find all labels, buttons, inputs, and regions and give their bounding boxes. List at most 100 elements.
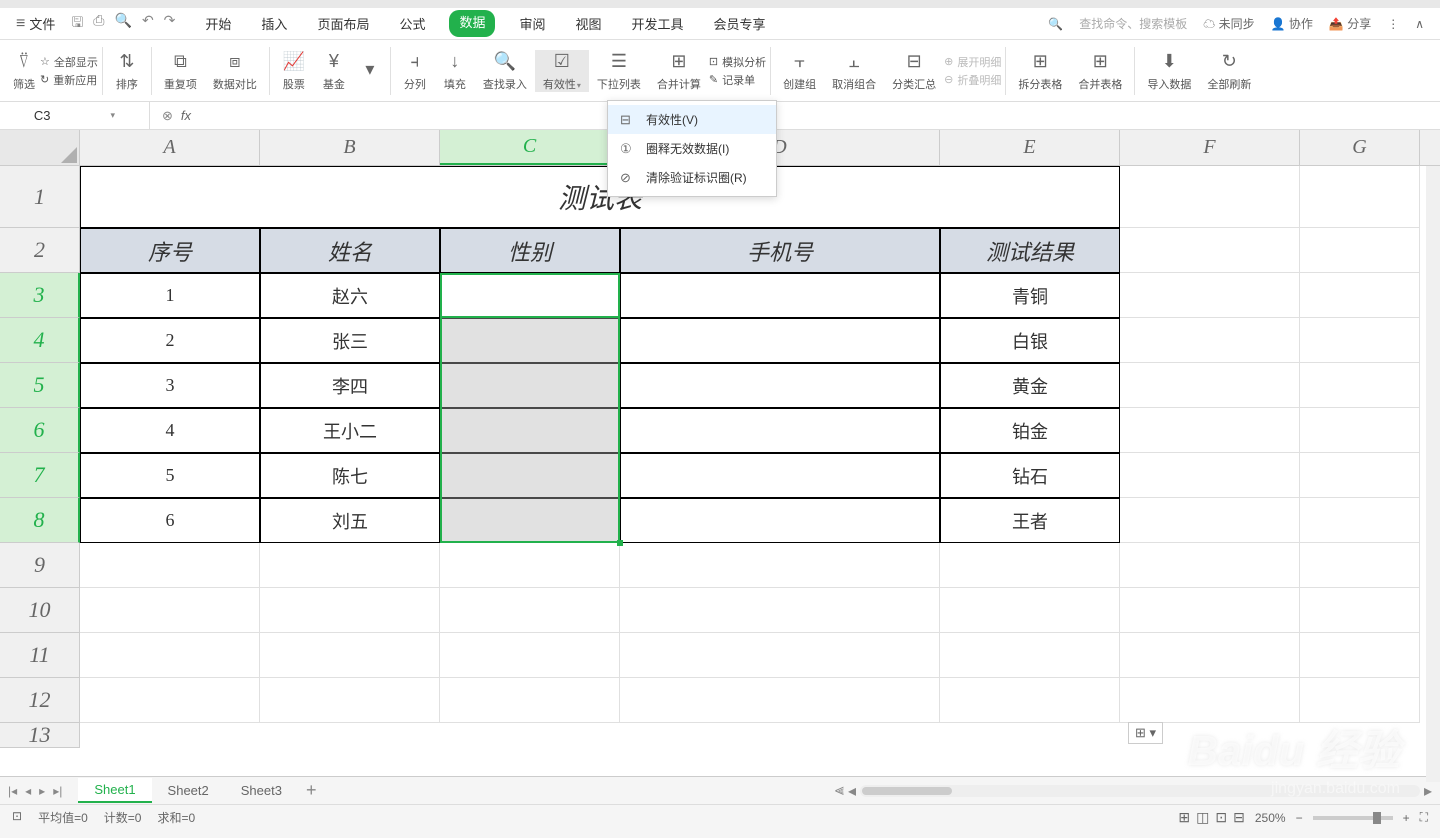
cells[interactable]: 测试表 序号 姓名 性别 手机号 测试结果 1赵六青铜2张三白银3李四黄金4王小… <box>80 166 1420 748</box>
cell-seq[interactable]: 6 <box>80 498 260 543</box>
cell-phone[interactable] <box>620 453 940 498</box>
row-10[interactable]: 10 <box>0 588 80 633</box>
cell-res[interactable]: 钻石 <box>940 453 1120 498</box>
collapse-btn[interactable]: ⊖ 折叠明细 <box>944 72 1001 88</box>
row-1[interactable]: 1 <box>0 166 80 228</box>
record-btn[interactable]: ✎ 记录单 <box>709 72 766 88</box>
row-12[interactable]: 12 <box>0 678 80 723</box>
last-sheet-icon[interactable]: ▸| <box>53 784 62 798</box>
tab-dev[interactable]: 开发工具 <box>626 10 690 37</box>
hdr-sex[interactable]: 性别 <box>440 228 620 273</box>
split-table-icon[interactable]: ⊞ <box>1028 50 1052 74</box>
cell-name[interactable]: 张三 <box>260 318 440 363</box>
col-B[interactable]: B <box>260 130 440 165</box>
expand-icon[interactable]: ∧ <box>1415 17 1424 31</box>
redo-icon[interactable]: ↷ <box>164 12 176 36</box>
sheet-tab-2[interactable]: Sheet2 <box>152 779 225 802</box>
sort-icon[interactable]: ⇅ <box>115 50 139 74</box>
collab-button[interactable]: 👤 协作 <box>1271 15 1313 32</box>
cell-sex[interactable] <box>440 408 620 453</box>
cell-seq[interactable]: 1 <box>80 273 260 318</box>
table-row[interactable]: 6刘五 王者 <box>80 498 1420 543</box>
tab-data[interactable]: 数据 <box>449 10 495 37</box>
tab-start[interactable]: 开始 <box>199 10 237 37</box>
tab-insert[interactable]: 插入 <box>255 10 293 37</box>
hdr-res[interactable]: 测试结果 <box>940 228 1120 273</box>
more-icon[interactable]: ⋮ <box>1387 17 1399 31</box>
zoom-slider[interactable] <box>1313 816 1393 820</box>
record-mode-icon[interactable]: ⊡ <box>12 809 22 826</box>
validity-icon[interactable]: ☑ <box>550 50 574 74</box>
row-11[interactable]: 11 <box>0 633 80 678</box>
search-hint[interactable]: 查找命令、搜索模板 <box>1079 15 1187 32</box>
sheet-tab-1[interactable]: Sheet1 <box>78 778 151 803</box>
context-validity[interactable]: ⊟有效性(V) <box>608 105 776 134</box>
cell-seq[interactable]: 2 <box>80 318 260 363</box>
preview-icon[interactable]: 🔍 <box>115 12 132 36</box>
row-13[interactable]: 13 <box>0 723 80 748</box>
show-all-btn[interactable]: ☆ 全部显示 <box>40 54 98 70</box>
next-sheet-icon[interactable]: ▸ <box>39 784 45 798</box>
table-row[interactable]: 3李四黄金 <box>80 363 1420 408</box>
tab-review[interactable]: 审阅 <box>513 10 551 37</box>
cell-name[interactable]: 刘五 <box>260 498 440 543</box>
normal-view-icon[interactable]: ⊞ <box>1178 809 1190 826</box>
context-circle-invalid[interactable]: ①圈释无效数据(I) <box>608 134 776 163</box>
row-7[interactable]: 7 <box>0 453 80 498</box>
prev-sheet-icon[interactable]: ◂ <box>25 784 31 798</box>
tab-formula[interactable]: 公式 <box>393 10 431 37</box>
row-5[interactable]: 5 <box>0 363 80 408</box>
page-view-icon[interactable]: ⊡ <box>1215 809 1227 826</box>
col-C[interactable]: C <box>440 130 620 165</box>
row-3[interactable]: 3 <box>0 273 80 318</box>
hdr-seq[interactable]: 序号 <box>80 228 260 273</box>
merge-table-icon[interactable]: ⊞ <box>1088 50 1112 74</box>
save-icon[interactable]: 🖫 <box>71 12 83 36</box>
cell-phone[interactable] <box>620 498 940 543</box>
share-button[interactable]: 📤 分享 <box>1329 15 1371 32</box>
cell-sex[interactable] <box>440 363 620 408</box>
hscroll-right-icon[interactable]: ▸ <box>1424 781 1432 801</box>
row-6[interactable]: 6 <box>0 408 80 453</box>
cell-res[interactable]: 青铜 <box>940 273 1120 318</box>
fill-handle[interactable] <box>617 540 623 546</box>
hdr-phone[interactable]: 手机号 <box>620 228 940 273</box>
zoom-in-icon[interactable]: + <box>1403 811 1410 825</box>
sync-status[interactable]: ☁ 未同步 <box>1203 15 1254 32</box>
zoom-out-icon[interactable]: − <box>1296 811 1303 825</box>
cell-phone[interactable] <box>620 318 940 363</box>
cancel-formula-icon[interactable]: ⊗ <box>162 108 173 124</box>
table-row[interactable]: 1赵六 青铜 <box>80 273 1420 318</box>
col-E[interactable]: E <box>940 130 1120 165</box>
search-icon[interactable]: 🔍 <box>1048 17 1063 31</box>
cell-name[interactable]: 王小二 <box>260 408 440 453</box>
col-F[interactable]: F <box>1120 130 1300 165</box>
cell-res[interactable]: 黄金 <box>940 363 1120 408</box>
sheet-tab-3[interactable]: Sheet3 <box>225 779 298 802</box>
fullscreen-icon[interactable]: ⛶ <box>1420 810 1428 825</box>
table-row[interactable]: 2张三白银 <box>80 318 1420 363</box>
cell-title[interactable]: 测试表 <box>80 166 1120 228</box>
subtotal-icon[interactable]: ⊟ <box>902 50 926 74</box>
split-view-icon[interactable]: ⊟ <box>1233 809 1245 826</box>
dup-icon[interactable]: ⧉ <box>168 50 192 74</box>
import-icon[interactable]: ⬇ <box>1157 50 1181 74</box>
row-4[interactable]: 4 <box>0 318 80 363</box>
cell-name[interactable]: 李四 <box>260 363 440 408</box>
cell-sex[interactable] <box>440 498 620 543</box>
cell-seq[interactable]: 5 <box>80 453 260 498</box>
cell-res[interactable]: 王者 <box>940 498 1120 543</box>
vertical-scrollbar[interactable] <box>1426 166 1440 782</box>
print-icon[interactable]: ⎙ <box>93 12 104 36</box>
name-box[interactable]: C3▾ <box>0 102 150 129</box>
hdr-name[interactable]: 姓名 <box>260 228 440 273</box>
refresh-icon[interactable]: ↻ <box>1217 50 1241 74</box>
hscroll-left2-icon[interactable]: ◂ <box>848 781 856 801</box>
cell-phone[interactable] <box>620 408 940 453</box>
table-row[interactable]: 4王小二铂金 <box>80 408 1420 453</box>
row-2[interactable]: 2 <box>0 228 80 273</box>
cell-phone[interactable] <box>620 363 940 408</box>
cell-name[interactable]: 赵六 <box>260 273 440 318</box>
smart-tag[interactable]: ⊞ ▾ <box>1128 722 1163 744</box>
hscroll-track[interactable] <box>860 785 1420 797</box>
